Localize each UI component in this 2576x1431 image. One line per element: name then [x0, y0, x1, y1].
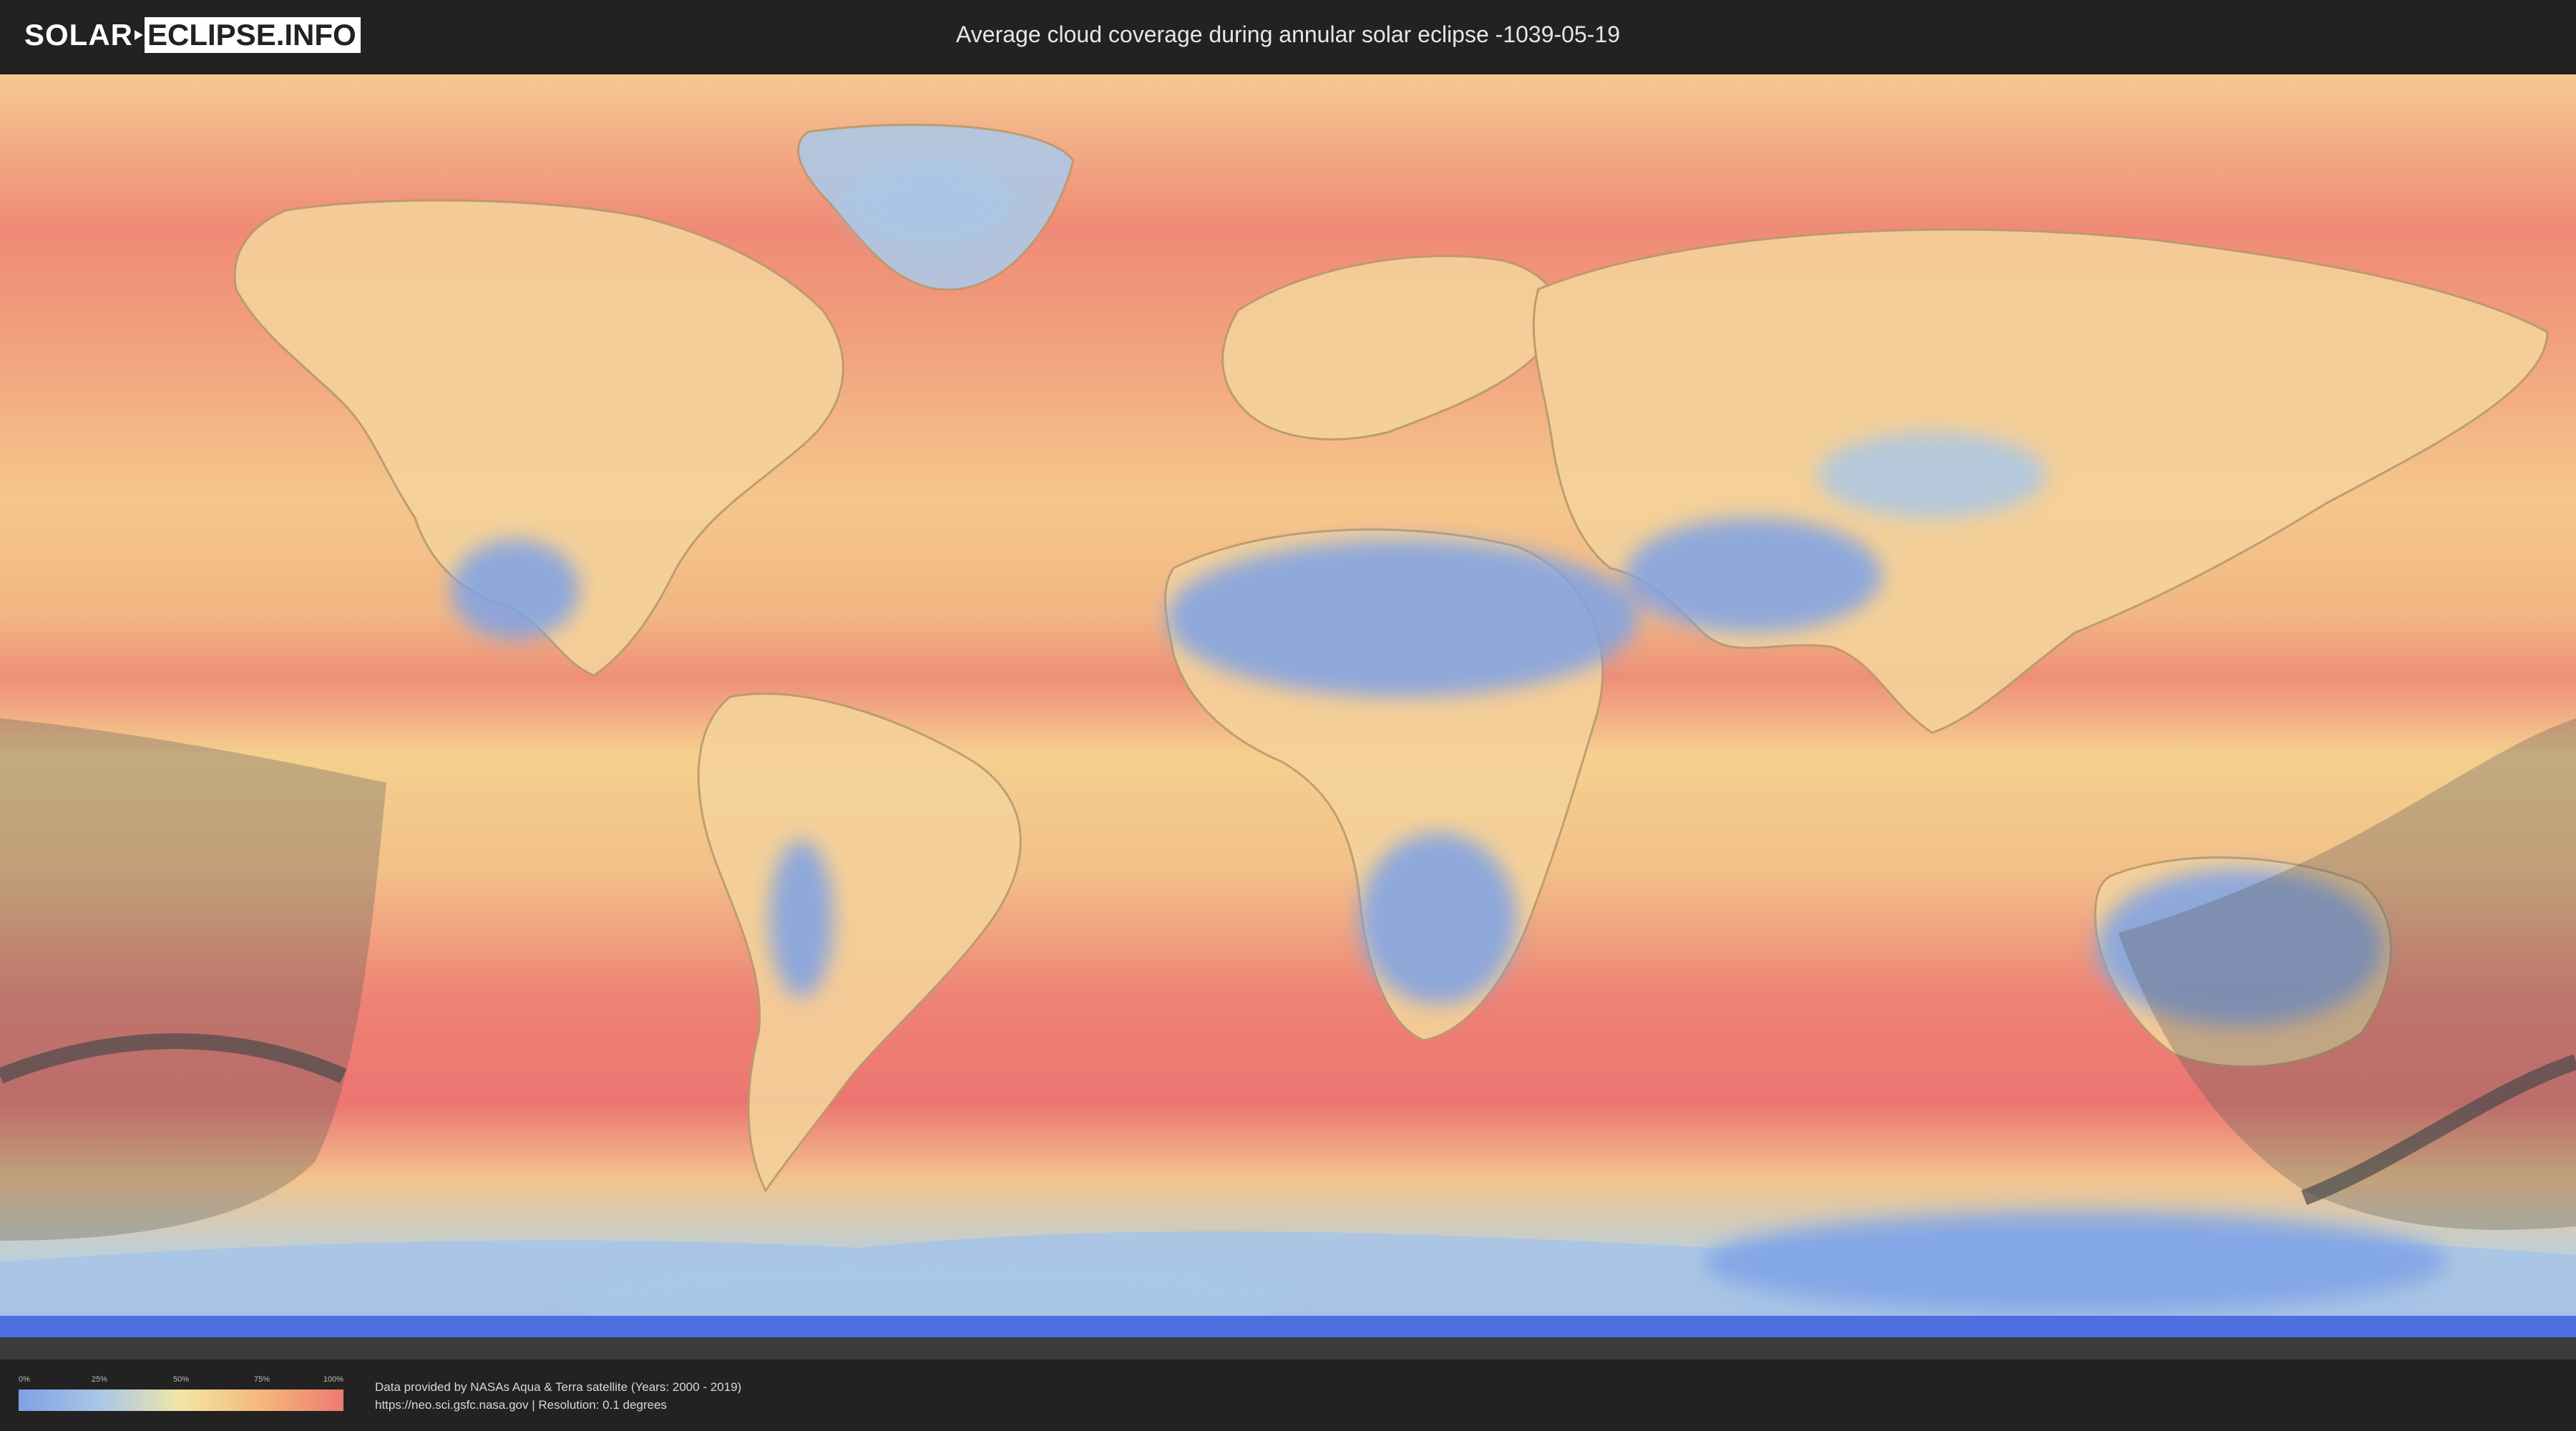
credit-line-1: Data provided by NASAs Aqua & Terra sate… — [375, 1380, 742, 1394]
footer-bar: 0% 25% 50% 75% 100% Data provided by NAS… — [0, 1359, 2576, 1431]
data-credits: Data provided by NASAs Aqua & Terra sate… — [375, 1378, 741, 1414]
legend-tick-100: 100% — [323, 1375, 344, 1384]
cloud-coverage-map[interactable] — [0, 74, 2576, 1359]
cloud-coverage-legend: 0% 25% 50% 75% 100% — [19, 1375, 343, 1412]
legend-tick-50: 50% — [172, 1375, 190, 1384]
mexico-clear — [451, 539, 580, 640]
middle-east-clear — [1624, 518, 1882, 633]
legend-color-bar — [19, 1390, 343, 1411]
header-bar: SOLAR ECLIPSE.INFO Average cloud coverag… — [0, 0, 2576, 72]
sahara-arabia-clear — [1166, 539, 1639, 697]
greenland-clear — [844, 160, 1016, 246]
map-frame — [0, 74, 2576, 1359]
southern-africa-clear — [1360, 833, 1517, 1005]
legend-tick-75: 75% — [253, 1375, 270, 1384]
credit-line-2[interactable]: https://neo.sci.gsfc.nasa.gov | Resoluti… — [375, 1396, 741, 1414]
legend-tick-0: 0% — [19, 1375, 30, 1384]
central-asia-clear — [1818, 432, 2046, 518]
page-title: Average cloud coverage during annular so… — [956, 21, 1620, 47]
andes-clear — [769, 840, 834, 997]
map-bottom-edge — [0, 1337, 2576, 1359]
polar-strip — [0, 1316, 2576, 1337]
legend-tick-25: 25% — [91, 1375, 108, 1384]
antarctic-clear-1 — [1703, 1212, 2447, 1312]
